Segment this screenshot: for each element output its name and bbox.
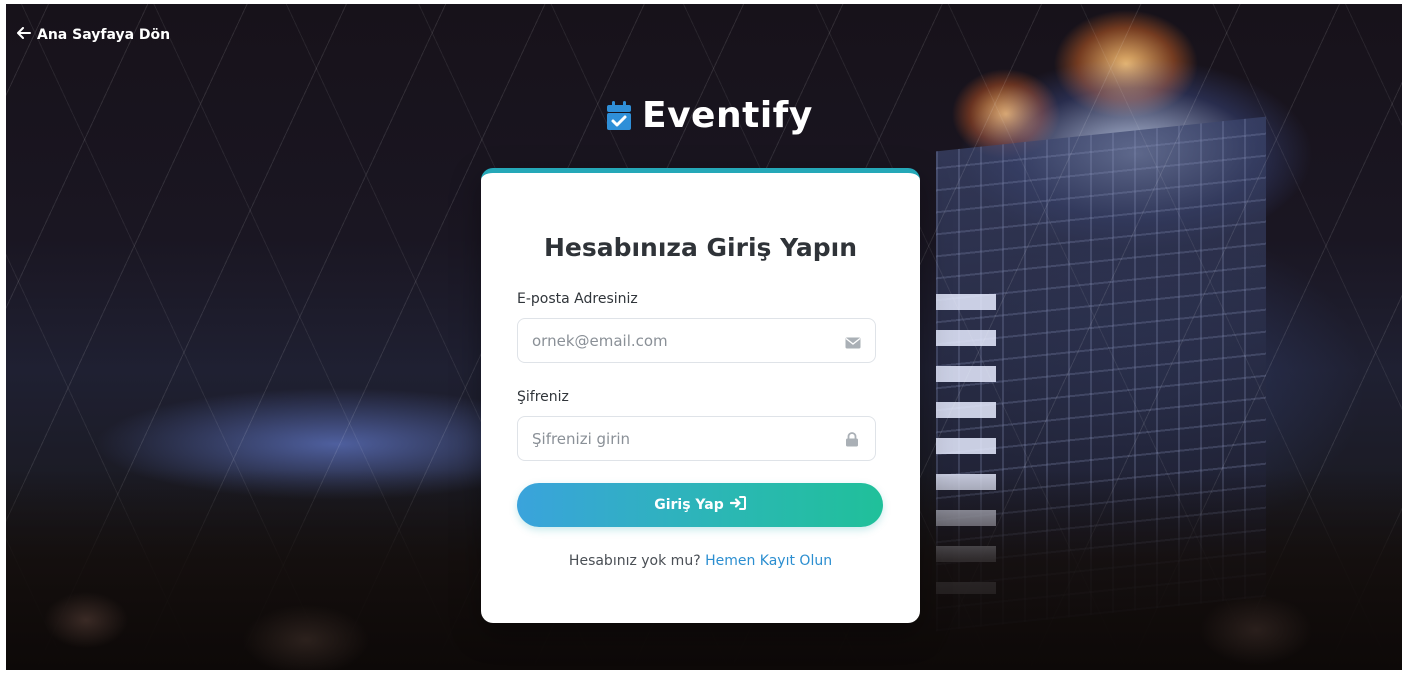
login-card: Hesabınıza Giriş Yapın E-posta Adresiniz… (481, 168, 920, 623)
password-label: Şifreniz (517, 389, 569, 405)
register-link[interactable]: Hemen Kayıt Olun (705, 553, 832, 569)
email-field-wrapper (517, 318, 876, 363)
email-label: E-posta Adresiniz (517, 291, 638, 307)
page-title: Hesabınıza Giriş Yapın (543, 233, 858, 262)
arrow-left-icon (17, 27, 31, 43)
password-input[interactable] (532, 429, 845, 448)
back-link-label: Ana Sayfaya Dön (37, 27, 171, 43)
lock-icon (845, 431, 861, 446)
register-prompt: Hesabınız yok mu? Hemen Kayıt Olun (481, 553, 920, 569)
brand-name: Eventify (642, 95, 813, 136)
envelope-icon (845, 334, 861, 348)
brand-logo: Eventify (606, 95, 813, 136)
back-to-home-link[interactable]: Ana Sayfaya Dön (17, 27, 170, 43)
login-button-label: Giriş Yap (654, 497, 724, 513)
password-field-wrapper (517, 416, 876, 461)
login-button[interactable]: Giriş Yap (517, 483, 883, 527)
sign-in-icon (729, 496, 746, 514)
email-input[interactable] (532, 331, 845, 350)
register-prompt-text: Hesabınız yok mu? (568, 553, 701, 569)
calendar-check-icon (606, 100, 632, 131)
